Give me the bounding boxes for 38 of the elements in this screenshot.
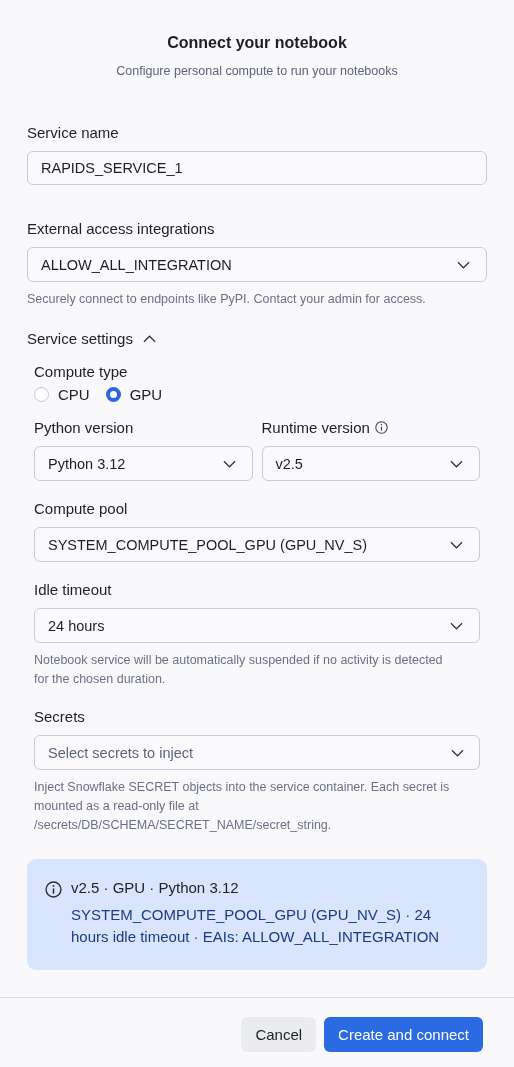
chevron-icon bbox=[222, 459, 236, 468]
dropdown[interactable]: ALLOW_ALL_INTEGRATION bbox=[27, 247, 487, 282]
hint-text: Inject Snowflake SECRET objects into the service container. Each secret is mounted as a read-only file at /secrets/DB/SCHEMA/SECRET_NAME/secret_string. bbox=[34, 779, 451, 834]
hint-text: Notebook service will be automatically suspended if no activity is detected for the chosen duration. bbox=[34, 652, 444, 688]
summary-text: v2.5 · GPU · Python 3.12 bbox=[71, 879, 240, 896]
field-label: Python version bbox=[34, 418, 134, 436]
dropdown[interactable]: 24 hours bbox=[34, 608, 480, 643]
field-label: External access integrations bbox=[27, 219, 215, 237]
dropdown[interactable]: v2.5 bbox=[261, 446, 480, 481]
field-label: Idle timeout bbox=[34, 580, 112, 598]
info-icon bbox=[374, 420, 388, 434]
chevron-icon bbox=[142, 334, 156, 343]
radio-button[interactable] bbox=[34, 387, 49, 402]
radio-button[interactable] bbox=[105, 387, 121, 402]
radio-label[interactable]: GPU bbox=[129, 386, 163, 403]
dropdown[interactable]: Python 3.12 bbox=[34, 446, 253, 481]
info-icon bbox=[45, 881, 62, 898]
field-label: Compute type bbox=[34, 362, 128, 380]
dropdown[interactable]: Select secrets to inject bbox=[34, 735, 480, 770]
chevron-icon bbox=[450, 459, 463, 468]
hint-text: Securely connect to endpoints like PyPI. Contact your admin for access. bbox=[27, 291, 427, 308]
section-toggle[interactable]: Service settings bbox=[27, 330, 156, 347]
dropdown[interactable]: SYSTEM_COMPUTE_POOL_GPU (GPU_NV_S) bbox=[34, 527, 480, 562]
dialog-subtitle: Configure personal compute to run your notebooks bbox=[116, 64, 398, 78]
chevron-icon bbox=[457, 260, 470, 269]
field-label: Runtime version bbox=[261, 418, 370, 436]
create-button[interactable]: Create and connect bbox=[324, 1017, 483, 1052]
text-field[interactable]: RAPIDS_SERVICE_1 bbox=[27, 151, 487, 185]
summary-text: SYSTEM_COMPUTE_POOL_GPU (GPU_NV_S) · 24 hours idle timeout · EAIs: ALLOW_ALL_INTEGRATION bbox=[71, 905, 441, 947]
cancel-button[interactable]: Cancel bbox=[241, 1017, 317, 1052]
field-label: Service name bbox=[27, 123, 119, 141]
chevron-icon bbox=[450, 540, 463, 549]
chevron-icon bbox=[450, 621, 463, 630]
dialog-title: Connect your notebook bbox=[167, 34, 347, 52]
field-label: Secrets bbox=[34, 707, 85, 725]
chevron-icon bbox=[451, 749, 464, 757]
radio-label[interactable]: CPU bbox=[58, 386, 90, 403]
field-label: Compute pool bbox=[34, 499, 128, 517]
